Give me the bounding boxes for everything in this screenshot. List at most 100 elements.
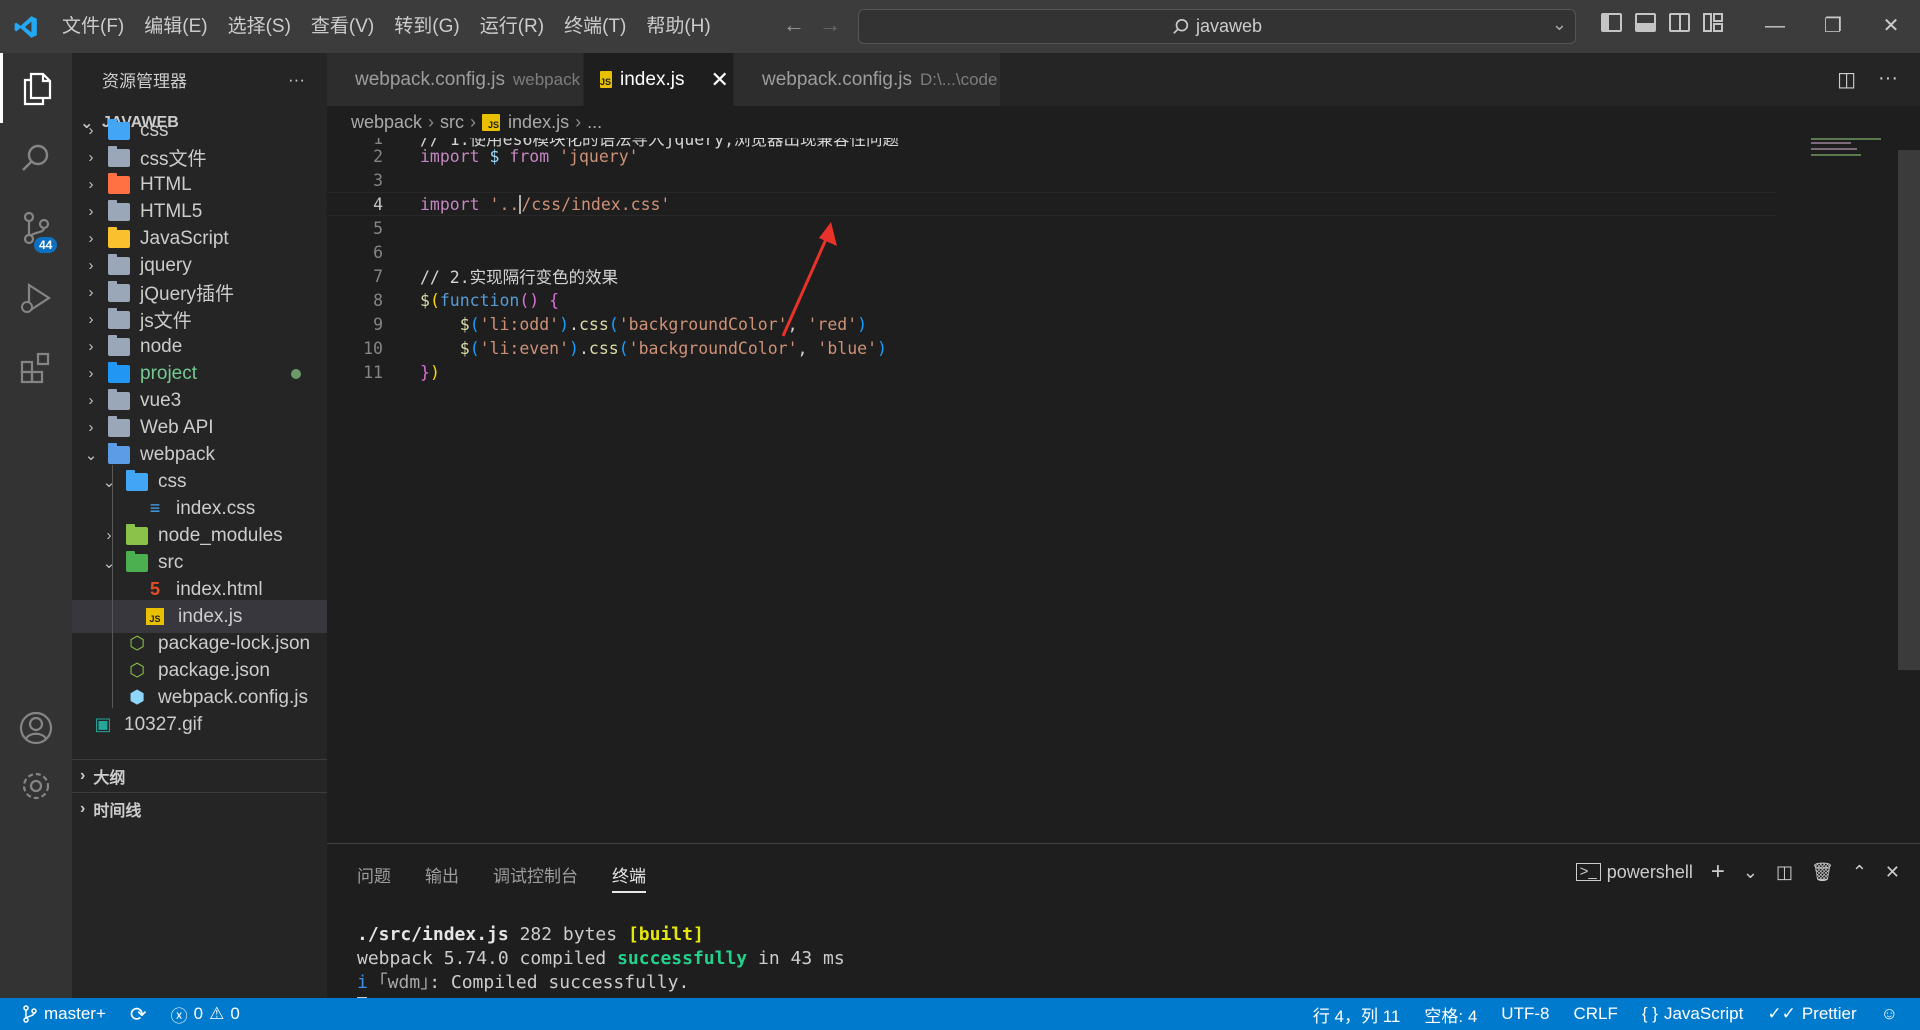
end-of-line[interactable]: CRLF xyxy=(1561,1004,1629,1024)
breadcrumb-item[interactable]: src xyxy=(440,112,464,133)
explorer-icon[interactable] xyxy=(0,53,72,123)
restore-icon[interactable]: ❐ xyxy=(1804,0,1862,53)
chevron-right-icon: › xyxy=(88,365,94,382)
tab-terminal[interactable]: 终端 xyxy=(612,862,646,893)
close-window-icon[interactable]: ✕ xyxy=(1862,0,1920,53)
line-number: 6 xyxy=(373,242,383,262)
close-tab-icon[interactable]: ✕ xyxy=(710,67,728,93)
tree-item-label: JavaScript xyxy=(140,227,229,249)
js-file-icon: JS xyxy=(482,113,501,131)
settings-gear-icon[interactable] xyxy=(0,751,72,821)
customize-layout-icon[interactable] xyxy=(1703,13,1724,32)
tree-item-label: package-lock.json xyxy=(158,632,311,654)
back-arrow-icon[interactable]: ← xyxy=(783,12,805,38)
indentation[interactable]: 空格: 4 xyxy=(1412,1002,1489,1027)
terminal-built: [built] xyxy=(627,924,704,945)
tree-item-label: jQuery插件 xyxy=(140,284,234,305)
terminal-shell-selector[interactable]: >_ powershell xyxy=(1575,861,1693,883)
panel-actions: >_ powershell + ⌄ ◫ 🗑 ⌃ ✕ xyxy=(1575,858,1900,886)
command-center-text: javaweb xyxy=(1195,16,1263,36)
tab-webpack-config[interactable]: webpack.config.js webpack xyxy=(327,53,584,106)
menu-go[interactable]: 转到(G) xyxy=(384,0,469,53)
menu-selection[interactable]: 选择(S) xyxy=(218,0,301,53)
panel-tabs: 问题 输出 调试控制台 终端 xyxy=(357,862,646,893)
menu-help[interactable]: 帮助(H) xyxy=(636,0,720,53)
menu-terminal[interactable]: 终端(T) xyxy=(554,0,636,53)
encoding[interactable]: UTF-8 xyxy=(1489,1004,1561,1024)
more-actions-icon[interactable]: ··· xyxy=(288,70,305,90)
minimap[interactable] xyxy=(1787,138,1907,178)
new-terminal-icon[interactable]: + xyxy=(1711,858,1725,886)
modified-dot-icon xyxy=(291,369,301,379)
trash-icon[interactable]: 🗑 xyxy=(1811,862,1834,883)
split-editor-icon[interactable]: ◫ xyxy=(1837,67,1856,92)
scm-count-badge: 44 xyxy=(34,237,58,253)
more-actions-icon[interactable]: ··· xyxy=(1878,67,1898,92)
outline-section[interactable]: › 大纲 xyxy=(72,759,327,792)
forward-arrow-icon[interactable]: → xyxy=(819,12,841,38)
code-comment: // 2.实现隔行变色的效果 xyxy=(420,268,619,287)
tab-label: index.js xyxy=(620,68,685,90)
tree-file-item[interactable]: ▣ 10327.gif xyxy=(72,708,327,741)
code-editor[interactable]: 1 // 1.使用es6模块化的语法导入jquery,浏览器出现兼容性问题 2 … xyxy=(327,138,1920,843)
run-debug-icon[interactable] xyxy=(0,263,72,333)
chevron-down-icon: ⌄ xyxy=(102,554,116,572)
tree-item-label: 10327.gif xyxy=(124,713,203,735)
explorer-header: 资源管理器 ··· xyxy=(72,53,327,106)
error-icon: ⓧ xyxy=(170,1006,188,1026)
language-name: JavaScript xyxy=(1663,1004,1744,1023)
tab-problems[interactable]: 问题 xyxy=(357,862,391,893)
terminal-compiled: webpack 5.74.0 compiled xyxy=(357,948,607,969)
command-center-search[interactable]: javaweb ⌄ xyxy=(858,9,1576,44)
cursor-position[interactable]: 行 4，列 11 xyxy=(1301,1002,1413,1027)
sync-icon[interactable]: ⟳ xyxy=(118,1002,159,1027)
line-number: 9 xyxy=(373,314,383,334)
problems-indicator[interactable]: ⓧ 0 ⚠ 0 xyxy=(159,1002,252,1027)
close-panel-icon[interactable]: ✕ xyxy=(1885,862,1900,883)
split-terminal-icon[interactable]: ◫ xyxy=(1776,862,1793,883)
tab-output[interactable]: 输出 xyxy=(425,862,459,893)
breadcrumb-item[interactable]: index.js xyxy=(508,112,569,133)
search-icon[interactable] xyxy=(0,123,72,193)
source-control-icon[interactable]: 44 xyxy=(0,193,72,263)
file-icon: ⬡ xyxy=(129,633,145,653)
tree-item-label: src xyxy=(158,551,184,573)
code-line: 10 $('li:even').css('backgroundColor', '… xyxy=(327,336,1777,360)
toggle-secondary-sidebar-icon[interactable] xyxy=(1669,13,1690,32)
menu-view[interactable]: 查看(V) xyxy=(301,0,384,53)
tab-debug-console[interactable]: 调试控制台 xyxy=(493,862,578,893)
minimize-icon[interactable]: — xyxy=(1746,0,1804,53)
chevron-right-icon: › xyxy=(80,800,86,817)
tab-webpack-config-code[interactable]: webpack.config.js D:\...\code xyxy=(734,53,1001,106)
menu-run[interactable]: 运行(R) xyxy=(470,0,554,53)
timeline-section[interactable]: › 时间线 xyxy=(72,792,327,825)
chevron-right-icon: › xyxy=(470,111,477,132)
toggle-sidebar-icon[interactable] xyxy=(1601,13,1622,32)
folder-icon xyxy=(108,253,130,275)
chevron-right-icon: › xyxy=(106,527,112,544)
tree-item-label: vue3 xyxy=(140,389,182,411)
folder-icon xyxy=(108,199,130,221)
maximize-panel-icon[interactable]: ⌃ xyxy=(1852,862,1867,883)
breadcrumb-item[interactable]: webpack xyxy=(351,112,422,133)
breadcrumb-item[interactable]: ... xyxy=(587,112,602,133)
chevron-right-icon: › xyxy=(88,203,94,220)
chevron-right-icon: › xyxy=(80,767,86,784)
extensions-icon[interactable] xyxy=(0,333,72,403)
code-text: import '../css/index.css' xyxy=(420,194,671,214)
chevron-down-icon[interactable]: ⌄ xyxy=(1743,862,1758,883)
toggle-panel-icon[interactable] xyxy=(1635,13,1656,32)
editor-scrollbar[interactable] xyxy=(1898,150,1920,670)
menu-edit[interactable]: 编辑(E) xyxy=(134,0,217,53)
menu-file[interactable]: 文件(F) xyxy=(52,0,134,53)
code-line: 6 xyxy=(327,240,1777,264)
language-mode[interactable]: { } JavaScript xyxy=(1630,1004,1755,1024)
shell-name: powershell xyxy=(1606,861,1693,882)
code-line: 11 }) xyxy=(327,360,1777,384)
tree-item-label: node_modules xyxy=(158,524,283,546)
feedback-icon[interactable]: ☺ xyxy=(1869,1004,1920,1024)
chevron-down-icon[interactable]: ⌄ xyxy=(1552,14,1567,35)
prettier-status[interactable]: ✓✓ Prettier xyxy=(1755,1004,1868,1024)
tab-index-js[interactable]: JS index.js ✕ xyxy=(584,53,734,106)
git-branch[interactable]: master+ xyxy=(0,1004,118,1024)
